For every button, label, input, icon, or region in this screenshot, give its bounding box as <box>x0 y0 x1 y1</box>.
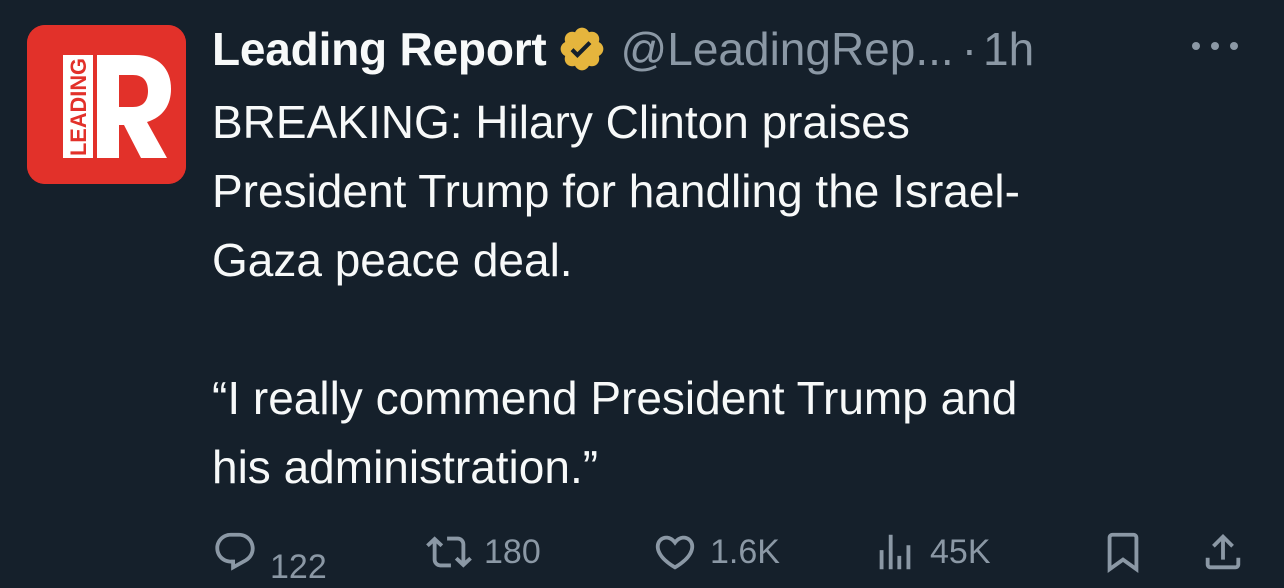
display-name[interactable]: Leading Report <box>212 22 547 76</box>
reply-icon <box>215 532 255 571</box>
views-button[interactable]: 45K <box>872 522 991 582</box>
leading-report-logo-icon: LEADING <box>27 25 186 184</box>
tweet-header: Leading Report @LeadingRep... · 1h <box>212 18 1244 80</box>
timestamp[interactable]: 1h <box>983 22 1034 76</box>
reply-count: 122 <box>270 548 327 579</box>
author-handle[interactable]: @LeadingRep... <box>621 22 954 76</box>
separator-dot: · <box>961 23 978 75</box>
tweet-line: Gaza peace deal. <box>212 234 573 286</box>
tweet-line: “I really commend President Trump and <box>212 372 1018 424</box>
retweet-icon <box>426 536 472 568</box>
tweet-line: BREAKING: Hilary Clinton praises <box>212 96 910 148</box>
more-options-icon[interactable] <box>1192 36 1238 56</box>
tweet-line: President Trump for handling the Israel- <box>212 165 1020 217</box>
verified-badge-icon[interactable] <box>557 24 607 74</box>
action-bar: 122 180 1.6K 45K <box>212 522 1252 582</box>
reply-button[interactable]: 122 <box>212 522 327 582</box>
avatar[interactable]: LEADING <box>27 25 186 184</box>
like-count: 1.6K <box>710 532 780 571</box>
share-button[interactable] <box>1200 522 1246 582</box>
like-button[interactable]: 1.6K <box>652 522 780 582</box>
tweet-line: his administration.” <box>212 441 599 493</box>
bookmark-button[interactable] <box>1100 522 1146 582</box>
retweet-count: 180 <box>484 532 541 571</box>
tweet-text: BREAKING: Hilary Clinton praises Preside… <box>212 88 1252 502</box>
views-chart-icon <box>879 534 911 570</box>
svg-text:LEADING: LEADING <box>66 58 91 156</box>
tweet[interactable]: LEADING Leading Report @LeadingRep... · … <box>0 0 1284 588</box>
views-count: 45K <box>930 532 991 571</box>
bookmark-icon <box>1107 532 1139 573</box>
share-icon <box>1205 533 1241 570</box>
heart-icon <box>655 535 695 570</box>
retweet-button[interactable]: 180 <box>426 522 541 582</box>
